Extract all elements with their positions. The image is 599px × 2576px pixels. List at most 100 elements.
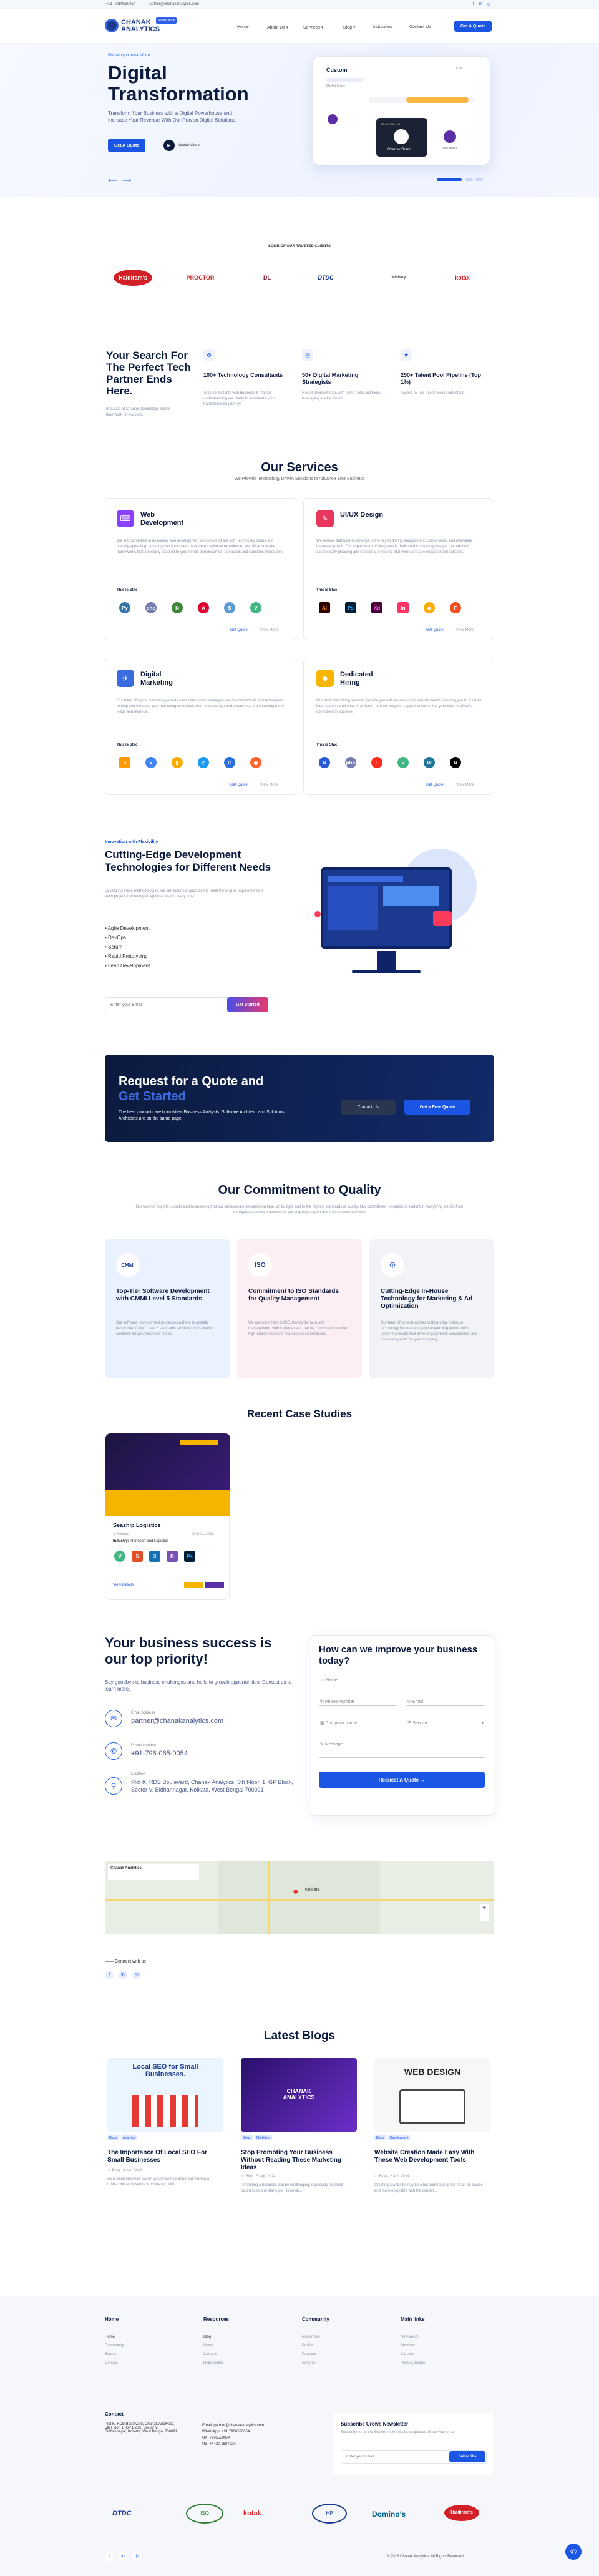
instagram-icon[interactable]: ◎ [132,1971,141,1979]
linkedin-icon[interactable]: in [119,2552,127,2561]
nav-contact[interactable]: Contact Us [409,25,431,29]
topbar-email[interactable]: partner@chanakanalytics.com [149,2,199,6]
watch-video-label[interactable]: Watch Video [178,144,200,147]
dashboard-title: Custom [326,67,348,73]
stat-text: Access to Top Talent Across Industries. [401,391,465,395]
request-quote-button[interactable]: Request A Quote → [319,1772,485,1788]
client-logo: Haldiram's [114,270,152,286]
phone-field[interactable]: ✆ Phone Number [319,1698,397,1706]
contact-phone[interactable]: +91-796-065-0054 [131,1750,188,1757]
hero-dashboard-card: Custom Market Share Global Growth Chanak… [312,56,490,165]
instagram-icon[interactable]: ◎ [132,2552,141,2561]
nav-blog[interactable]: Blog ▾ [343,25,355,30]
prev-arrow-icon[interactable]: ⟵ [108,177,117,184]
slider-dot-active[interactable] [437,178,462,181]
innovation-eyebrow: Innovation with Flexibility [105,840,158,844]
play-icon[interactable]: ▶ [163,140,175,151]
nav-industries[interactable]: Industries [373,25,392,29]
free-quote-button[interactable]: Get a Free Quote [404,1100,470,1115]
innovation-email-input[interactable] [105,997,230,1012]
blog-meta: ☺ Blog · 2 Apr, 2024 [374,2175,409,2178]
blog-excerpt: As a small business owner, you know how … [107,2177,210,2187]
topbar-phone[interactable]: +91- 7980530054 [106,2,135,6]
angular-icon: A [198,602,209,613]
blog-title[interactable]: Stop Promoting Your Business Without Rea… [241,2149,357,2172]
nav-services[interactable]: Services ▾ [303,25,323,30]
email-icon: ✉ [105,1710,122,1727]
footer-home-links[interactable]: Home Community Events Contact [105,2333,124,2368]
view-more-link[interactable]: View More [260,783,278,787]
avatar [328,114,338,124]
blog-card[interactable]: CHANAK ANALYTICS Blogs Marketing Stop Pr… [241,2058,357,2214]
tag-chip[interactable]: Analytics [121,2135,138,2140]
service-card-uiux: ✎ UI/UX Design We believe that user expe… [303,498,494,640]
slider-dot[interactable] [465,178,473,181]
tag-chip[interactable]: Blogs [107,2135,119,2140]
blog-card[interactable]: Local SEO for Small Businesses. Blogs An… [107,2058,223,2214]
contact-email[interactable]: partner@chanakanalytics.com [131,1717,223,1725]
instagram-icon[interactable]: ◎ [487,2,490,7]
tag-chip[interactable]: Blogs [241,2135,253,2140]
blog-title[interactable]: The Importance Of Local SEO For Small Bu… [107,2149,223,2164]
partner-logo: ISO [186,2504,223,2524]
python-icon: Py [119,602,130,613]
get-quote-link[interactable]: Get Quote [426,628,444,632]
contact-subtitle: Say goodbye to business challenges and h… [105,1679,292,1692]
footer-main-links[interactable]: Newsroom Services Careers Policies Scope [401,2333,425,2368]
get-quote-link[interactable]: Get Quote [230,628,248,632]
tag-chip[interactable]: Blogs [374,2135,386,2140]
nav-about[interactable]: About Us ▾ [267,25,288,30]
dashboard-label: Market Share [326,84,346,88]
subscribe-button[interactable]: Subscribe [449,2451,485,2462]
node-icon: N [172,602,183,613]
get-started-button[interactable]: Get Started [227,997,268,1012]
company-field[interactable]: ▦ Company Name [319,1719,397,1727]
blog-title[interactable]: Website Creation Made Easy With These We… [374,2149,490,2164]
vue-icon: V [114,1551,125,1562]
service-select[interactable]: ☰ Service ▾ [406,1719,485,1727]
photoshop-icon: Ps [345,602,356,613]
email-field[interactable]: ✉ Email [406,1698,485,1706]
next-arrow-icon[interactable]: ⟶ [122,177,131,184]
zoom-controls[interactable]: + − [480,1904,489,1921]
get-quote-button[interactable]: Get A Quote [454,21,492,32]
map-pin-icon[interactable]: ● [293,1886,299,1898]
map-info-box: Chanak Analytics [108,1864,199,1880]
xd-icon: Xd [371,602,382,613]
blog-card[interactable]: WEB DESIGN Blogs Development Website Cre… [374,2058,490,2214]
search-subtitle: Because at Chanak, technology meets team… [106,407,170,417]
linkedin-icon[interactable]: in [479,2,482,6]
facebook-icon[interactable]: f [105,2552,114,2561]
footer-community-links[interactable]: Newsroom Profile Partners Security [302,2333,320,2368]
brand-logo-icon[interactable] [105,19,119,32]
view-more-link[interactable]: View More [456,783,474,787]
view-more-link[interactable]: View More [260,628,278,632]
case-study-card[interactable]: Seaship Logistics ⚲ Kolkata 20 Sep, 2023… [105,1433,230,1600]
nav-home[interactable]: Home [237,25,249,29]
dashboard-bar [326,78,364,82]
tag-chip[interactable]: Marketing [255,2135,272,2140]
css-icon: 3 [149,1551,160,1562]
name-field[interactable]: ☺ Name [319,1677,485,1684]
footer-contacts[interactable]: Email: partner@chanakanalytics.com WhatsA… [202,2422,264,2447]
linkedin-icon[interactable]: in [119,1971,127,1979]
service-name: UI/UX Design [340,511,384,519]
facebook-icon[interactable]: f [105,1971,114,1979]
hero-quote-button[interactable]: Get A Quote [108,139,145,152]
client-logo: DL [263,275,271,281]
tag-chip[interactable]: Development [388,2135,411,2140]
get-quote-link[interactable]: Get Quote [230,783,248,787]
service-card-web: ⌨ Web Development We are committed to de… [104,498,298,640]
facebook-icon[interactable]: f [473,2,474,6]
invision-icon: in [397,602,409,613]
location-map[interactable]: Chanak Analytics ● Kolkata + − [105,1861,494,1934]
view-more-link[interactable]: View More [456,628,474,632]
slider-dot[interactable] [475,178,483,181]
contact-us-button[interactable]: Contact Us [341,1100,396,1115]
get-quote-link[interactable]: Get Quote [426,783,444,787]
brand-name[interactable]: CHANAK ANALYTICS [121,19,160,33]
footer-resources-links[interactable]: Blog News Careers Help Center [203,2333,223,2368]
chat-bubble-icon[interactable]: ✆ [565,2544,582,2560]
view-details-link[interactable]: View Details [113,1583,134,1587]
message-field[interactable]: ✎ Message [319,1740,485,1758]
